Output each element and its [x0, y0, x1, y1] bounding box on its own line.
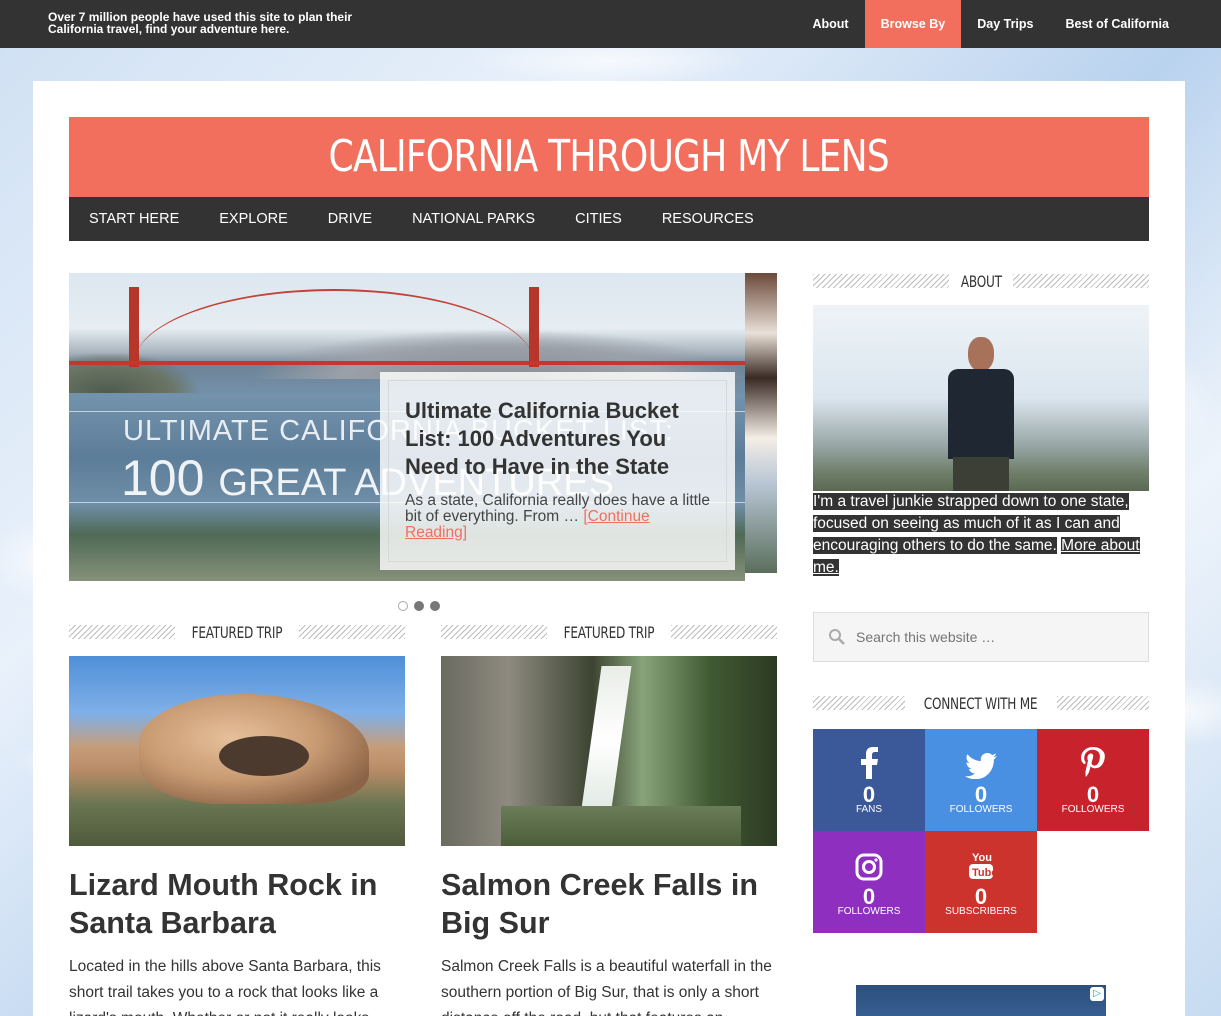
- instagram-label: FOLLOWERS: [837, 906, 901, 917]
- author-legs: [953, 457, 1009, 491]
- site-title: CALIFORNIA THROUGH MY LENS: [328, 131, 890, 182]
- search-input[interactable]: [856, 629, 1126, 645]
- main-container: CALIFORNIA THROUGH MY LENS START HERE EX…: [33, 81, 1185, 1016]
- heading-stripes: [1056, 696, 1150, 710]
- featured-heading-2: FEATURED TRIP: [441, 622, 777, 642]
- facebook-icon: [813, 729, 925, 779]
- author-photo[interactable]: [813, 305, 1149, 491]
- featured-heading-label: FEATURED TRIP: [191, 622, 283, 642]
- slide-excerpt: As a state, California really does have …: [405, 493, 710, 541]
- heading-stripes: [1013, 274, 1150, 288]
- heading-stripes: [69, 625, 176, 639]
- slide-caption: Ultimate California Bucket List: 100 Adv…: [380, 372, 735, 570]
- featured-heading-label: FEATURED TRIP: [563, 622, 655, 642]
- twitter-count: 0: [974, 782, 988, 807]
- nav-explore[interactable]: EXPLORE: [199, 197, 308, 241]
- pinterest-tile[interactable]: 0 FOLLOWERS: [1037, 729, 1149, 831]
- connect-heading-label: CONNECT WITH ME: [924, 693, 1038, 713]
- author-head: [968, 337, 994, 371]
- heading-stripes: [298, 625, 405, 639]
- photo-pool: [501, 806, 741, 846]
- next-slide-preview[interactable]: [745, 273, 777, 573]
- pinterest-label: FOLLOWERS: [1061, 804, 1125, 815]
- nav-cities[interactable]: CITIES: [555, 197, 642, 241]
- about-heading-label: ABOUT: [960, 271, 1002, 291]
- featured-title[interactable]: Salmon Creek Falls in Big Sur: [441, 866, 777, 942]
- top-nav-day-trips[interactable]: Day Trips: [961, 0, 1049, 48]
- photo-waterfall: [580, 666, 632, 816]
- slide-title[interactable]: Ultimate California Bucket List: 100 Adv…: [405, 397, 710, 481]
- site-tagline: Over 7 million people have used this sit…: [48, 10, 353, 36]
- pinterest-count: 0: [1086, 782, 1100, 807]
- main-nav: START HERE EXPLORE DRIVE NATIONAL PARKS …: [69, 197, 1149, 241]
- top-bar: Over 7 million people have used this sit…: [0, 0, 1221, 48]
- slider-dot-3[interactable]: [430, 601, 440, 611]
- nav-national-parks[interactable]: NATIONAL PARKS: [392, 197, 555, 241]
- pinterest-icon: [1037, 729, 1149, 779]
- youtube-icon: You Tube: [925, 831, 1037, 881]
- twitter-tile[interactable]: 0 FOLLOWERS: [925, 729, 1037, 831]
- about-heading: ABOUT: [813, 271, 1150, 291]
- youtube-count: 0: [974, 884, 988, 909]
- heading-stripes: [670, 625, 777, 639]
- featured-title[interactable]: Lizard Mouth Rock in Santa Barbara: [69, 866, 405, 942]
- facebook-label: FANS: [855, 804, 883, 815]
- svg-text:You: You: [972, 852, 992, 864]
- top-nav-best-of-california[interactable]: Best of California: [1050, 0, 1186, 48]
- youtube-label: SUBSCRIBERS: [945, 906, 1017, 917]
- featured-excerpt: Salmon Creek Falls is a beautiful waterf…: [441, 958, 772, 1016]
- instagram-count: 0: [862, 884, 876, 909]
- heading-stripes: [813, 696, 906, 710]
- svg-text:Tube: Tube: [972, 867, 994, 879]
- search-form: [813, 612, 1149, 662]
- slider-dot-2[interactable]: [414, 601, 424, 611]
- featured-excerpt: Located in the hills above Santa Barbara…: [69, 958, 381, 1016]
- facebook-tile[interactable]: 0 FANS: [813, 729, 925, 831]
- featured-photo-lizard-mouth[interactable]: [69, 656, 405, 846]
- instagram-tile[interactable]: 0 FOLLOWERS: [813, 831, 925, 933]
- featured-heading-1: FEATURED TRIP: [69, 622, 405, 642]
- slide-caption-inner: Ultimate California Bucket List: 100 Adv…: [388, 380, 727, 562]
- bridge-cable: [134, 289, 534, 364]
- search-icon: [829, 629, 845, 645]
- featured-card-1: Lizard Mouth Rock in Santa Barbara Locat…: [69, 656, 405, 1016]
- featured-photo-salmon-creek[interactable]: [441, 656, 777, 846]
- top-nav: About Browse By Day Trips Best of Califo…: [797, 0, 1186, 48]
- slider-pager: [398, 601, 440, 611]
- slide-excerpt-text: As a state, California really does have …: [405, 492, 710, 525]
- featured-slider[interactable]: ULTIMATE CALIFORNIA BUCKET LIST: 100 GRE…: [69, 273, 777, 581]
- nav-resources[interactable]: RESOURCES: [642, 197, 774, 241]
- heading-stripes: [813, 274, 949, 288]
- instagram-icon: [813, 831, 925, 881]
- facebook-count: 0: [862, 782, 876, 807]
- site-title-banner[interactable]: CALIFORNIA THROUGH MY LENS: [69, 117, 1149, 197]
- top-nav-browse-by[interactable]: Browse By: [864, 0, 962, 48]
- youtube-tile[interactable]: You Tube 0 SUBSCRIBERS: [925, 831, 1037, 933]
- slide-image-number: 100: [121, 450, 205, 506]
- nav-start-here[interactable]: START HERE: [69, 197, 199, 241]
- heading-stripes: [441, 625, 548, 639]
- connect-heading: CONNECT WITH ME: [813, 693, 1150, 713]
- adchoices-icon[interactable]: ▷: [1090, 987, 1104, 1001]
- social-counters: 0 FANS 0 FOLLOWERS 0 FOLLOWERS 0 FOLLOWE…: [813, 729, 1149, 933]
- about-text: I'm a travel junkie strapped down to one…: [813, 491, 1149, 579]
- author-shirt: [948, 369, 1014, 459]
- advertisement[interactable]: ▷: [856, 985, 1106, 1016]
- top-nav-about[interactable]: About: [797, 0, 865, 48]
- featured-card-2: Salmon Creek Falls in Big Sur Salmon Cre…: [441, 656, 777, 1016]
- nav-drive[interactable]: DRIVE: [308, 197, 392, 241]
- slider-dot-1[interactable]: [398, 601, 408, 611]
- twitter-label: FOLLOWERS: [949, 804, 1013, 815]
- bridge-deck: [69, 361, 745, 365]
- twitter-icon: [925, 729, 1037, 779]
- photo-cave: [219, 736, 309, 776]
